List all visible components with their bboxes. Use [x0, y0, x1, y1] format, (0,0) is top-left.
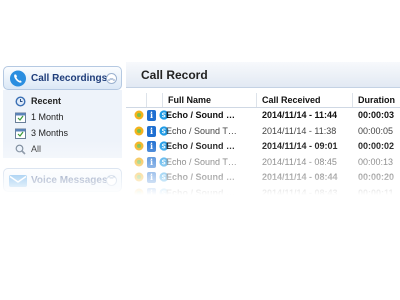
voice-messages-header[interactable]: Voice Messages ︾	[3, 168, 122, 192]
cell-duration: 00:00:03	[358, 110, 395, 120]
info-icon[interactable]: i	[147, 141, 156, 152]
chevron-down-icon[interactable]: ︾	[106, 175, 117, 186]
cell-full-name: Echo / Sound T…	[166, 156, 237, 167]
video-messages-label: Video Messages	[31, 204, 109, 215]
envelope-icon	[9, 175, 27, 187]
call-recordings-nav: Recent 1 Month 3 Months All	[3, 90, 122, 158]
table-row[interactable]: i Echo / Sound T… 2014/11/14 - 11:38 00:00:…	[126, 124, 400, 139]
column-header-duration[interactable]: Duration	[358, 95, 395, 105]
table-row[interactable]: i Echo / Sound … 2014/11/14 - 08:44 00:00:2…	[126, 170, 400, 185]
table-row[interactable]: i Echo / Sound … 2014/11/14 - 11:44 00:00:0…	[126, 108, 400, 123]
cell-call-received: 2014/11/14 - 08:44	[262, 172, 338, 182]
cell-duration: 00:00:08	[358, 218, 394, 229]
title-bar: Call Record	[126, 62, 400, 88]
column-divider	[146, 93, 147, 107]
cell-full-name: Echo / Sound …	[166, 203, 235, 213]
info-icon[interactable]: i	[147, 203, 156, 214]
info-icon[interactable]: i	[147, 110, 156, 121]
call-record-table: i Echo / Sound … 2014/11/14 - 11:44 00:00:0…	[126, 108, 400, 237]
info-icon[interactable]: i	[147, 156, 156, 168]
info-icon[interactable]: i	[147, 187, 156, 199]
star-icon[interactable]	[134, 141, 144, 151]
calendar-icon	[15, 112, 26, 123]
cell-call-received: 2014/11/14 - 11:38	[262, 125, 337, 136]
cell-call-received: 2014/11/14 - 08:43	[262, 187, 338, 198]
star-icon[interactable]	[134, 172, 144, 182]
info-icon[interactable]: i	[147, 218, 156, 230]
nav-item-label: Recent	[31, 96, 62, 106]
cell-full-name: Echo / Sound …	[166, 172, 235, 182]
search-icon	[15, 144, 26, 155]
cell-full-name: Echo / Sound T…	[166, 218, 237, 229]
calendar-icon	[15, 128, 26, 139]
chevron-up-icon[interactable]: ︽	[106, 73, 117, 84]
column-divider	[352, 93, 353, 107]
table-row[interactable]: i Echo / Sound T… 2014/11/14 - 08:45 00:00:…	[126, 155, 400, 170]
table-row[interactable]: i Echo / Sound … 2014/11/14 - 09:01 00:00:0…	[126, 139, 400, 154]
cell-full-name: Echo / Sound …	[166, 187, 235, 198]
cell-duration: 00:00:13	[358, 156, 394, 167]
nav-item-label: 1 Month	[31, 112, 64, 122]
info-icon[interactable]: i	[147, 172, 156, 183]
star-icon[interactable]	[134, 126, 144, 136]
star-icon[interactable]	[134, 110, 144, 120]
column-header-call-received[interactable]: Call Received	[262, 95, 321, 105]
cell-call-received: 2014/11/14 - 09:01	[262, 141, 338, 151]
star-icon[interactable]	[134, 219, 144, 229]
table-row[interactable]: i Echo / Sound … 2014/11/14 - 08:42 00:00:0…	[126, 201, 400, 216]
star-icon[interactable]	[134, 157, 144, 167]
call-record-panel: Call Record Full Name Call Received Dura…	[126, 62, 400, 237]
sidebar: Call Recordings ︽ Recent 1 Month 3 Month…	[0, 62, 126, 230]
phone-icon	[10, 70, 26, 87]
cell-duration: 00:00:02	[358, 203, 395, 213]
cell-duration: 00:00:05	[358, 125, 394, 136]
page-title: Call Record	[141, 68, 208, 82]
column-divider	[162, 93, 163, 107]
cell-call-received: 2014/11/12 - 19:58	[262, 218, 337, 229]
cell-duration: 00:00:02	[358, 141, 395, 151]
table-row[interactable]: i Echo / Sound … 2014/11/14 - 08:43 00:00:1…	[126, 186, 400, 201]
call-recordings-label: Call Recordings	[31, 73, 108, 84]
column-header-full-name[interactable]: Full Name	[168, 95, 211, 105]
cell-duration: 00:00:20	[358, 172, 395, 182]
nav-item-label: All	[31, 144, 42, 154]
star-icon[interactable]	[134, 188, 144, 198]
cell-duration: 00:00:11	[358, 187, 394, 198]
cell-call-received: 2014/11/14 - 11:44	[262, 110, 338, 120]
video-camera-icon	[9, 202, 27, 215]
cell-full-name: Echo / Sound …	[166, 110, 235, 120]
clock-icon	[15, 96, 26, 107]
table-header: Full Name Call Received Duration	[126, 92, 400, 108]
info-icon[interactable]: i	[147, 125, 156, 137]
star-icon[interactable]	[134, 203, 144, 213]
column-divider	[256, 93, 257, 107]
table-row[interactable]: i Echo / Sound T… 2014/11/12 - 19:58 00:00:…	[126, 217, 400, 232]
nav-item-label: 3 Months	[31, 128, 69, 138]
chevron-down-icon[interactable]: ︾	[106, 204, 117, 215]
voice-messages-label: Voice Messages	[31, 175, 108, 186]
cell-full-name: Echo / Sound T…	[166, 125, 237, 136]
call-recordings-header[interactable]: Call Recordings ︽	[3, 66, 122, 90]
cell-call-received: 2014/11/14 - 08:42	[262, 203, 338, 213]
cell-full-name: Echo / Sound …	[166, 141, 235, 151]
cell-call-received: 2014/11/14 - 08:45	[262, 156, 337, 167]
video-messages-header[interactable]: Video Messages ︾	[3, 197, 122, 221]
